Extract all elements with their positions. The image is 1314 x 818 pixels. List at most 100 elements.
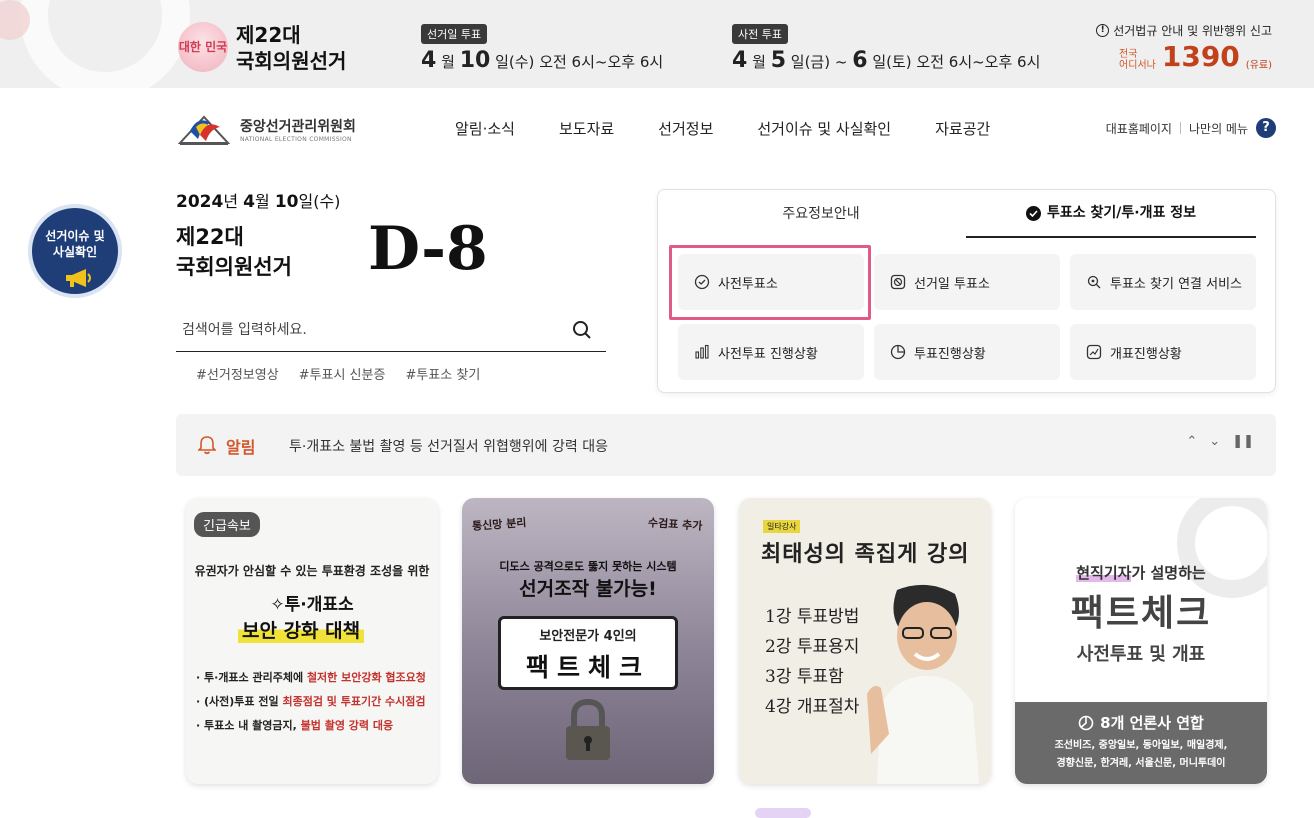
nec-logo[interactable]: 중앙선거관리위원회 NATIONAL ELECTION COMMISSION	[176, 108, 376, 150]
report-phone-number[interactable]: 1390	[1162, 43, 1240, 71]
ballot-stamp-icon	[890, 274, 906, 290]
alert-bar: 알림 투·개표소 불법 촬영 등 선거질서 위협행위에 강력 대응 ⌃ ⌄ ❚❚	[176, 414, 1276, 476]
early-vote-month-unit: 월	[752, 53, 766, 71]
d-day-counter: D-8	[368, 214, 488, 284]
card4-footer-title-text: 8개 언론사 연합	[1100, 714, 1204, 732]
card4-headline-rest: 가 설명하는	[1131, 564, 1206, 582]
election-day-day-unit: 일(수)	[495, 53, 535, 71]
help-icon[interactable]: ?	[1256, 118, 1276, 138]
nav-item-election-info[interactable]: 선거정보	[658, 118, 713, 139]
card1-subtitle: 유권자가 안심할 수 있는 투표환경 조성을 위한	[194, 564, 430, 578]
my-menu-link[interactable]: 나만의 메뉴	[1189, 120, 1248, 137]
alert-controls: ⌃ ⌄ ❚❚	[1186, 434, 1254, 449]
card2-top-right-label: 수검표 추가	[647, 516, 703, 533]
election-day-time: 오전 6시~오후 6시	[539, 53, 664, 71]
chevron-up-icon[interactable]: ⌃	[1186, 434, 1197, 449]
check-circle-icon	[1026, 205, 1041, 221]
lecturer-illustration	[867, 584, 979, 784]
card4-footer-title: 8개 언론사 연합	[1015, 712, 1267, 733]
alert-label: 알림	[226, 438, 256, 457]
banner-decoration	[20, 0, 190, 88]
dday-title-line1: 제22대	[176, 225, 244, 249]
tag-election-video[interactable]: #선거정보영상	[196, 364, 279, 383]
card1-bullet2-text: (사전)투표 전일	[204, 695, 283, 708]
dday-title-line2: 국회의원선거	[176, 255, 292, 279]
list-item: 4강 개표절차	[765, 697, 860, 717]
list-item: 2강 투표용지	[765, 637, 860, 657]
violation-report[interactable]: ! 선거법규 안내 및 위반행위 신고 전국 어디서나 1390 (유료)	[1096, 22, 1272, 71]
early-vote-time: 오전 6시~오후 6시	[916, 53, 1041, 71]
tag-voter-id[interactable]: #투표시 신분증	[299, 364, 386, 383]
nav-item-notices[interactable]: 알림·소식	[455, 118, 515, 139]
nav-item-resources[interactable]: 자료공간	[935, 118, 990, 139]
dday-month: 4	[243, 192, 255, 212]
alert-message[interactable]: 투·개표소 불법 촬영 등 선거질서 위협행위에 강력 대응	[289, 436, 608, 456]
list-item: · 투표소 내 촬영금지, 불법 촬영 강력 대응	[196, 719, 394, 732]
banner-title-line1: 제22대	[236, 23, 301, 47]
card4-watermark	[1177, 498, 1267, 598]
early-vote-start-day: 5	[770, 48, 786, 73]
election-day-badge: 선거일 투표	[421, 24, 488, 44]
early-voting-progress-button[interactable]: 사전투표 진행상황	[678, 324, 864, 380]
election-day-place-button[interactable]: 선거일 투표소	[874, 254, 1060, 310]
election-title: 제22대 국회의원선거	[176, 222, 292, 282]
card1-highlight-title: 보안 강화 대책	[238, 616, 365, 643]
card1-title: ✧투·개표소	[270, 595, 354, 615]
card1-bullet2-emphasis: 최종점검 및 투표기간 수시점검	[282, 695, 426, 708]
report-title-row: ! 선거법규 안내 및 위반행위 신고	[1096, 22, 1272, 39]
pause-icon[interactable]: ❚❚	[1232, 434, 1254, 449]
search-icon[interactable]	[572, 320, 592, 340]
card4-press-list: 조선비즈, 중앙일보, 동아일보, 매일경제, 경향신문, 한겨레, 서울신문,…	[1015, 737, 1267, 773]
card-fact-check-security[interactable]: 통신망 분리 수검표 추가 디도스 공격으로도 뚫지 못하는 시스템 선거조작 …	[462, 498, 714, 784]
card1-bullet-list: · 투·개표소 관리주체에 철저한 보안강화 협조요청 · (사전)투표 전일 …	[196, 666, 426, 738]
early-vote-start-unit: 일(금) ~	[790, 53, 848, 71]
find-polling-place-service-button[interactable]: 투표소 찾기 연결 서비스	[1070, 254, 1256, 310]
tab-polling-place-label: 투표소 찾기/투·개표 정보	[1047, 205, 1196, 221]
nec-logo-text: 중앙선거관리위원회 NATIONAL ELECTION COMMISSION	[240, 116, 356, 143]
card-lecture[interactable]: 일타강사 최태성의 족집게 강의 1강 투표방법 2강 투표용지 3강 투표함 …	[739, 498, 991, 784]
logo-subtitle: NATIONAL ELECTION COMMISSION	[240, 135, 352, 143]
card2-speech-bubble: 보안전문가 4인의 팩트체크	[498, 616, 678, 690]
bar-chart-icon	[695, 344, 709, 359]
nav-item-press[interactable]: 보도자료	[559, 118, 614, 139]
main-nav: 알림·소식 보도자료 선거정보 선거이슈 및 사실확인 자료공간	[455, 118, 1034, 139]
nec-logo-mark-icon	[176, 109, 232, 149]
chevron-down-icon[interactable]: ⌄	[1209, 434, 1220, 449]
early-vote-end-day: 6	[852, 48, 868, 73]
card4-subtitle: 사전투표 및 개표	[1076, 644, 1206, 665]
card-security-measures[interactable]: 긴급속보 유권자가 안심할 수 있는 투표환경 조성을 위한 ✧투·개표소 보안…	[186, 498, 438, 784]
mascot-text: 대한 민국	[178, 40, 228, 54]
trend-chart-icon	[1086, 344, 1102, 360]
location-search-icon	[1087, 275, 1101, 289]
nav-item-issues-factcheck[interactable]: 선거이슈 및 사실확인	[757, 118, 891, 139]
card2-bubble-line2: 팩트체크	[525, 653, 650, 682]
card-reporter-factcheck[interactable]: 현직기자가 설명하는 팩트체크 사전투표 및 개표 8개 언론사 연합 조선비즈…	[1015, 498, 1267, 784]
pie-chart-icon	[890, 344, 906, 360]
banner-election-title: 제22대 국회의원선거	[236, 22, 346, 74]
election-date: 2024년 4월 10일(수)	[176, 188, 340, 212]
counting-progress-label: 개표진행상황	[1110, 346, 1182, 362]
dday-month-unit: 월	[255, 192, 270, 211]
panel-tabs: 주요정보안내 투표소 찾기/투·개표 정보	[676, 190, 1256, 238]
card2-subtitle: 디도스 공격으로도 뚫지 못하는 시스템	[499, 560, 677, 573]
election-banner: 대한 민국 제22대 국회의원선거 선거일 투표 4 월 10 일(수) 오전 …	[0, 0, 1314, 88]
list-item: · (사전)투표 전일 최종점검 및 투표기간 수시점검	[196, 695, 426, 708]
carousel-indicator[interactable]	[755, 808, 811, 818]
card2-top-left-label: 통신망 분리	[471, 516, 527, 533]
card4-headline: 현직기자가 설명하는	[1015, 562, 1267, 583]
search-box	[176, 312, 606, 352]
card3-title: 최태성의 족집게 강의	[761, 542, 970, 567]
tag-find-polling-place[interactable]: #투표소 찾기	[405, 364, 480, 383]
election-day-month-unit: 월	[441, 53, 455, 71]
voting-progress-button[interactable]: 투표진행상황	[874, 324, 1060, 380]
tab-polling-place[interactable]: 투표소 찾기/투·개표 정보	[966, 190, 1256, 238]
early-vote-badge: 사전 투표	[732, 24, 788, 44]
tab-main-info[interactable]: 주요정보안내	[676, 190, 966, 238]
search-input[interactable]	[176, 312, 556, 348]
list-item: 3강 투표함	[765, 667, 844, 687]
issues-factcheck-floating-button[interactable]: 선거이슈 및 사실확인	[28, 204, 122, 298]
counting-progress-button[interactable]: 개표진행상황	[1070, 324, 1256, 380]
dday-year: 2024	[176, 192, 224, 212]
dday-day-unit: 일(수)	[298, 192, 341, 211]
main-homepage-link[interactable]: 대표홈페이지	[1106, 120, 1172, 137]
